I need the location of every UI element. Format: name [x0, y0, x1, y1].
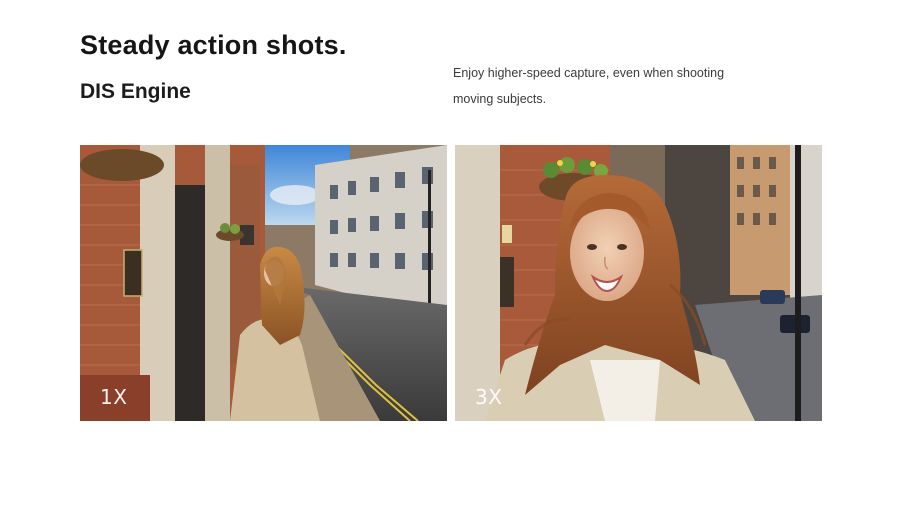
feature-name: DIS Engine: [80, 80, 191, 103]
street-scene-image: [80, 145, 447, 421]
photo-1x: 1X: [80, 145, 447, 421]
page-title: Steady action shots.: [80, 30, 347, 60]
photo-3x: 3X: [455, 145, 822, 421]
zoom-label-3x: 3X: [475, 385, 503, 409]
portrait-image: [455, 145, 822, 421]
description-line-1: Enjoy higher-speed capture, even when sh…: [453, 66, 725, 80]
feature-description: Enjoy higher-speed capture, even when sh…: [453, 60, 773, 112]
description-line-2: moving subjects.: [453, 92, 547, 106]
zoom-label-1x: 1X: [100, 385, 128, 409]
